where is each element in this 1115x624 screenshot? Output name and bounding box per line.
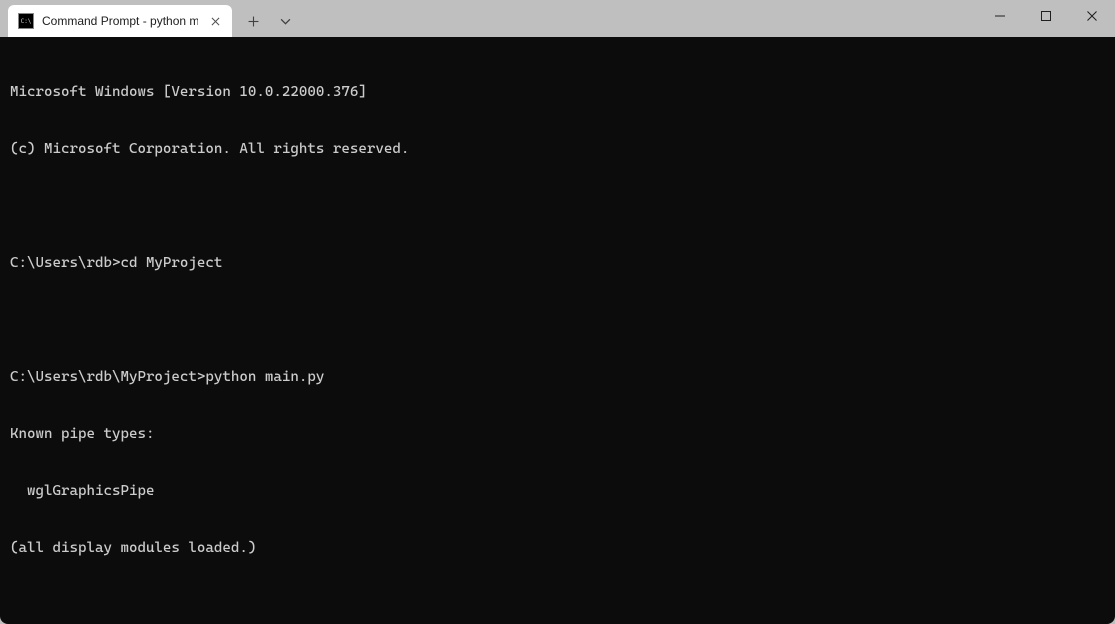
terminal-line: C:\Users\rdb>cd MyProject (10, 254, 1105, 273)
minimize-icon (995, 11, 1005, 21)
terminal-line: C:\Users\rdb\MyProject>python main.py (10, 368, 1105, 387)
terminal-line: (c) Microsoft Corporation. All rights re… (10, 140, 1105, 159)
terminal-line: Microsoft Windows [Version 10.0.22000.37… (10, 83, 1105, 102)
tab-title: Command Prompt - python ma (42, 14, 198, 28)
tab-actions (238, 5, 300, 37)
terminal-content[interactable]: Microsoft Windows [Version 10.0.22000.37… (0, 37, 1115, 624)
tab-command-prompt[interactable]: C:\ Command Prompt - python ma (8, 5, 232, 37)
terminal-line (10, 197, 1105, 216)
minimize-button[interactable] (977, 0, 1023, 32)
tab-close-button[interactable] (206, 12, 224, 30)
window-close-button[interactable] (1069, 0, 1115, 32)
tabs-area: C:\ Command Prompt - python ma (0, 0, 977, 37)
terminal-line: wglGraphicsPipe (10, 482, 1105, 501)
titlebar: C:\ Command Prompt - python ma (0, 0, 1115, 37)
terminal-line: (all display modules loaded.) (10, 539, 1105, 558)
maximize-button[interactable] (1023, 0, 1069, 32)
terminal-line: Known pipe types: (10, 425, 1105, 444)
maximize-icon (1041, 11, 1051, 21)
chevron-down-icon (280, 16, 291, 27)
terminal-line (10, 311, 1105, 330)
close-icon (1087, 11, 1097, 21)
new-tab-button[interactable] (238, 6, 268, 36)
cmd-icon: C:\ (18, 13, 34, 29)
plus-icon (248, 16, 259, 27)
window-controls (977, 0, 1115, 32)
close-icon (211, 17, 220, 26)
tab-dropdown-button[interactable] (270, 6, 300, 36)
